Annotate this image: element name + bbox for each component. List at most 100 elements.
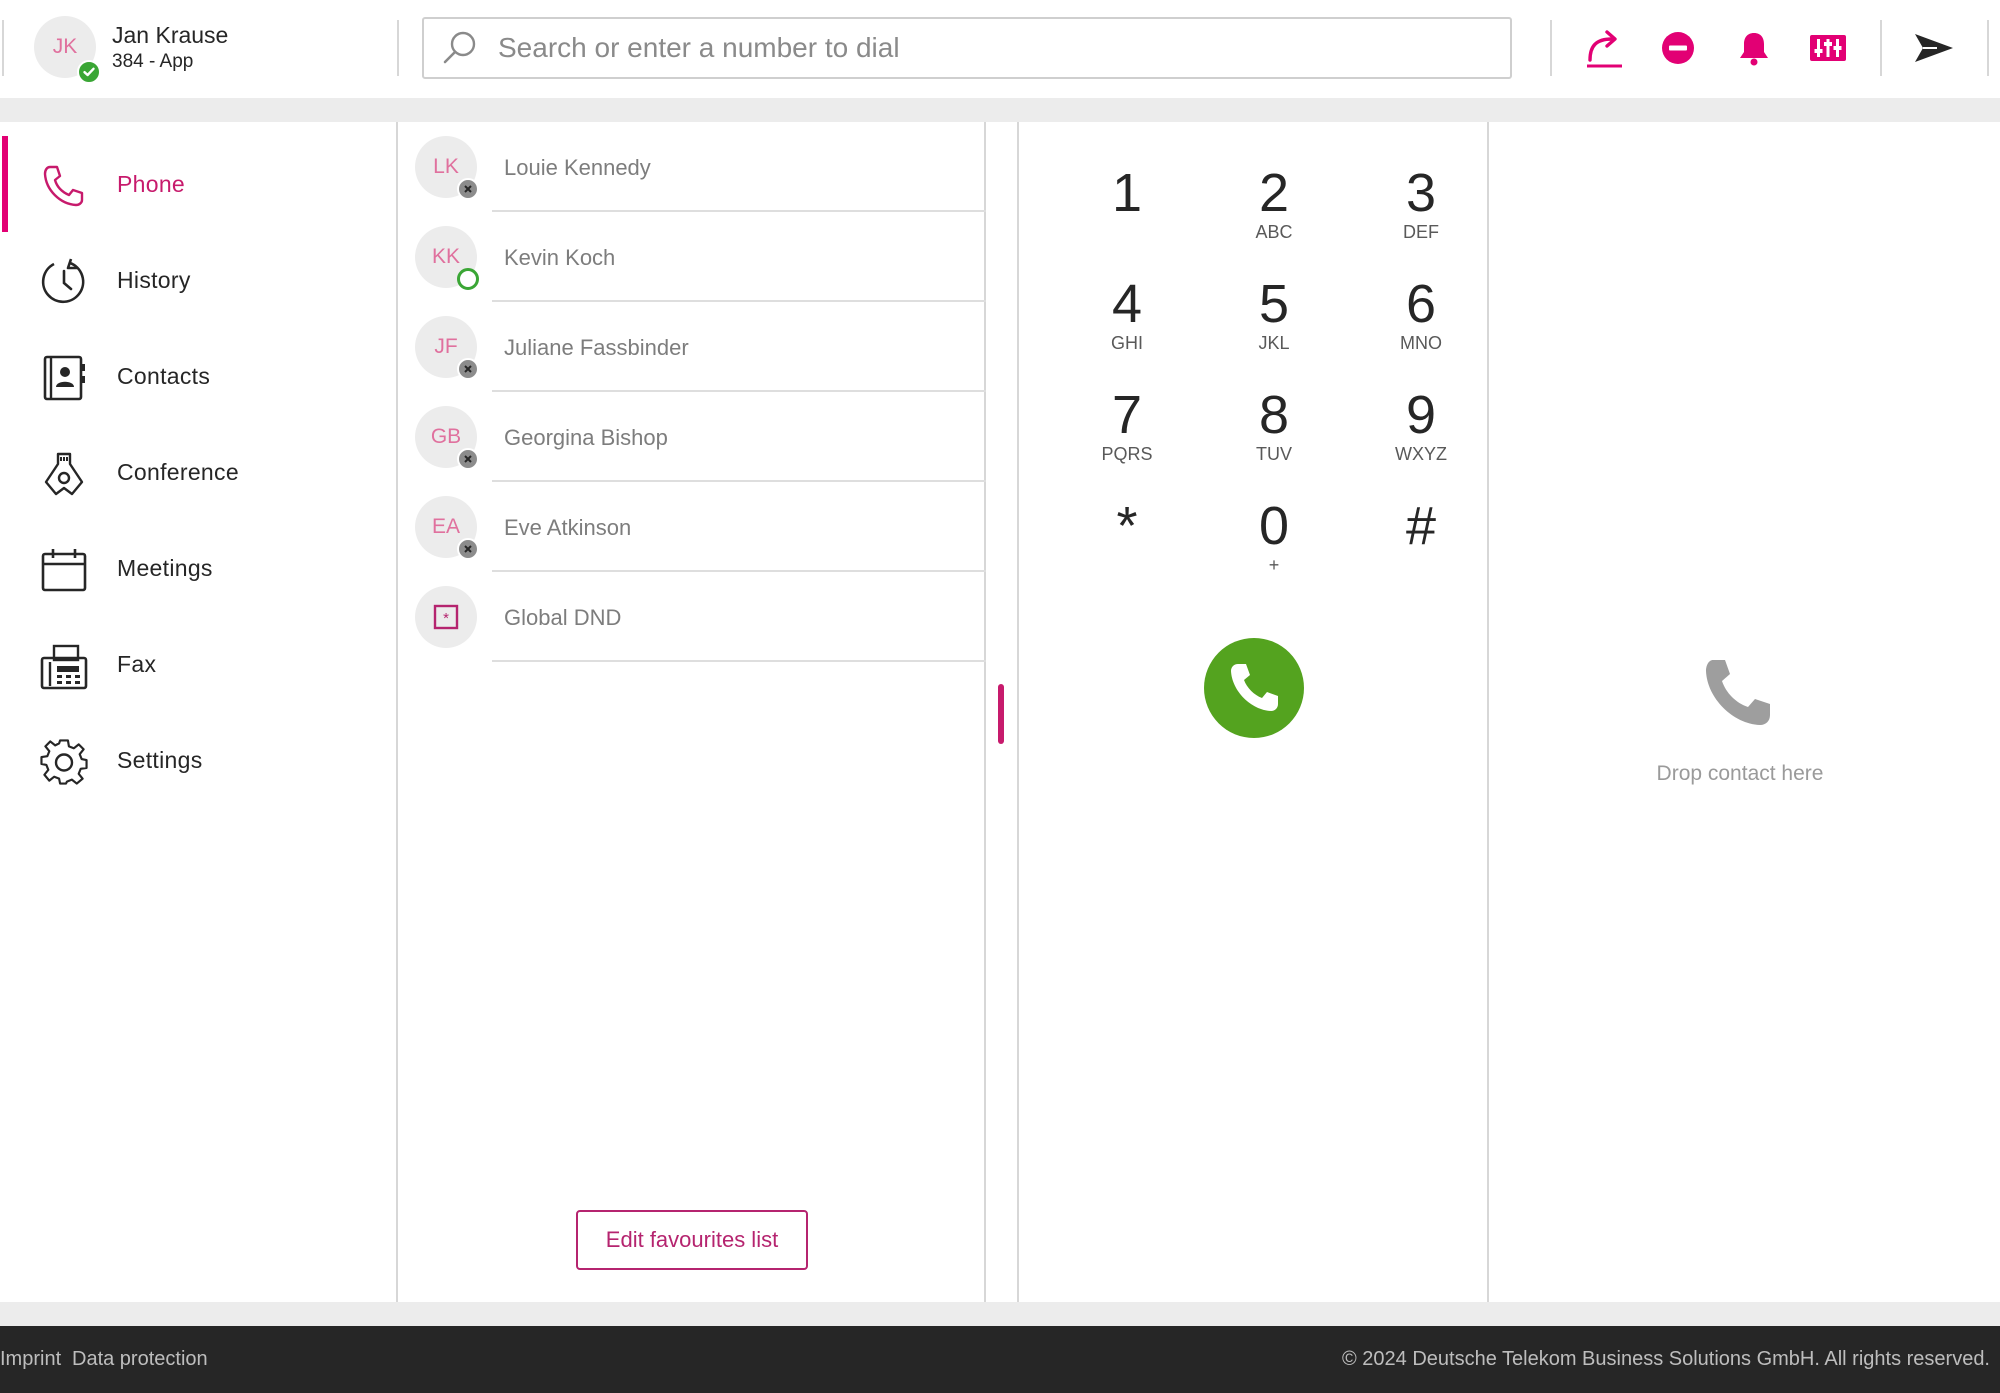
drop-zone[interactable]: Drop contact here [1491, 122, 1989, 1302]
key-digit: 4 [1111, 274, 1143, 334]
list-item[interactable]: LK Louie Kennedy [400, 122, 986, 212]
sidebar-item-conference[interactable]: Conference [0, 424, 396, 520]
edit-favourites-button[interactable]: Edit favourites list [576, 1210, 808, 1270]
sidebar-item-label: Phone [117, 170, 186, 197]
sidebar-item-history[interactable]: History [0, 232, 396, 328]
dial-key-1[interactable]: 1 [1067, 164, 1187, 264]
sidebar-item-label: Fax [117, 650, 157, 677]
key-digit: 0 [1258, 496, 1290, 556]
conference-icon [40, 450, 88, 498]
dnd-icon [1660, 30, 1696, 66]
header-divider [1987, 20, 1989, 76]
list-item[interactable]: JF Juliane Fassbinder [400, 302, 986, 392]
dial-key-6[interactable]: 6 MNO [1361, 275, 1481, 375]
gear-icon [40, 738, 88, 786]
status-available-icon [77, 60, 101, 84]
offline-status-icon [457, 178, 479, 200]
star-code-icon: * [433, 604, 459, 630]
history-icon [40, 258, 88, 306]
dial-key-4[interactable]: 4 GHI [1067, 275, 1187, 375]
audio-settings-button[interactable] [1804, 24, 1852, 72]
phone-handset-icon [1695, 652, 1779, 736]
favourites-list: LK Louie Kennedy KK Kevin Koch JF Julian… [400, 122, 986, 1302]
key-digit: 3 [1405, 163, 1437, 223]
header: JK Jan Krause 384 - App [0, 0, 2000, 98]
dial-key-7[interactable]: 7 PQRS [1067, 386, 1187, 486]
search-input[interactable] [498, 32, 1478, 64]
sidebar-item-settings[interactable]: Settings [0, 712, 396, 808]
sidebar: Phone History Contacts Conference Meetin… [0, 122, 398, 1302]
list-item[interactable]: GB Georgina Bishop [400, 392, 986, 482]
key-digit: 7 [1111, 385, 1143, 445]
dial-key-9[interactable]: 9 WXYZ [1361, 386, 1481, 486]
key-letters: GHI [1110, 333, 1143, 353]
key-letters: MNO [1400, 333, 1442, 353]
header-divider [1880, 20, 1882, 76]
header-divider [1550, 20, 1552, 76]
key-digit: * [1116, 496, 1138, 556]
sidebar-item-fax[interactable]: Fax [0, 616, 396, 712]
send-icon [1913, 30, 1955, 66]
list-item[interactable]: * Global DND [400, 572, 986, 662]
dial-key-3[interactable]: 3 DEF [1361, 164, 1481, 264]
contact-name: Louie Kennedy [504, 155, 651, 180]
list-item[interactable]: KK Kevin Koch [400, 212, 986, 302]
online-status-icon [457, 268, 479, 290]
do-not-disturb-button[interactable] [1654, 24, 1702, 72]
equalizer-icon [1809, 31, 1847, 65]
drop-zone-label: Drop contact here [1656, 762, 1824, 785]
key-digit: 6 [1405, 274, 1437, 334]
key-digit: 9 [1405, 385, 1437, 445]
active-indicator [2, 136, 8, 232]
dial-key-hash[interactable]: # [1361, 497, 1481, 597]
key-digit: 2 [1258, 163, 1290, 223]
offline-status-icon [457, 358, 479, 380]
offline-status-icon [457, 448, 479, 470]
notifications-button[interactable] [1730, 24, 1778, 72]
search-box [422, 17, 1512, 79]
imprint-link[interactable]: Imprint [0, 1348, 61, 1371]
data-protection-link[interactable]: Data protection [72, 1348, 208, 1371]
contact-name: Kevin Koch [504, 245, 616, 270]
calendar-icon [40, 546, 88, 594]
key-letters: WXYZ [1395, 444, 1447, 464]
key-digit: # [1405, 496, 1437, 556]
key-letters: DEF [1403, 222, 1439, 242]
phone-icon [40, 162, 88, 210]
send-button[interactable] [1910, 24, 1958, 72]
forward-arrow-icon [1582, 26, 1626, 70]
footer: Imprint Data protection © 2024 Deutsche … [0, 1326, 2000, 1393]
sidebar-item-contacts[interactable]: Contacts [0, 328, 396, 424]
dial-key-star[interactable]: * [1067, 497, 1187, 597]
key-letters: ABC [1255, 222, 1293, 242]
phone-handset-icon [1224, 658, 1284, 718]
offline-status-icon [457, 538, 479, 560]
dial-key-5[interactable]: 5 JKL [1214, 275, 1334, 375]
list-item[interactable]: EA Eve Atkinson [400, 482, 986, 572]
sidebar-item-label: Settings [117, 746, 203, 773]
key-letters: JKL [1258, 333, 1290, 353]
copyright-text: © 2024 Deutsche Telekom Business Solutio… [1341, 1348, 1990, 1370]
sidebar-item-label: Conference [117, 458, 239, 485]
key-letters: TUV [1256, 444, 1292, 464]
call-forwarding-button[interactable] [1580, 24, 1628, 72]
key-digit: 8 [1258, 385, 1290, 445]
sidebar-item-label: Meetings [117, 554, 213, 581]
feature-avatar: * [415, 586, 477, 648]
header-divider [397, 20, 399, 76]
panel-resize-handle[interactable] [998, 684, 1004, 744]
key-letters: + [1268, 555, 1280, 575]
contact-name: Eve Atkinson [504, 515, 632, 540]
dial-key-2[interactable]: 2 ABC [1214, 164, 1334, 264]
call-button[interactable] [1204, 638, 1304, 738]
user-extension: 384 - App [112, 51, 194, 72]
dialpad: 1 2 ABC 3 DEF 4 GHI 5 JKL 6 MNO 7 PQRS 8 TUV 9W… [1017, 122, 1489, 1302]
sidebar-item-meetings[interactable]: Meetings [0, 520, 396, 616]
sidebar-item-phone[interactable]: Phone [0, 136, 396, 232]
contacts-icon [40, 354, 88, 402]
dial-key-0[interactable]: 0 + [1214, 497, 1334, 597]
user-name: Jan Krause [112, 22, 229, 48]
header-divider [2, 20, 4, 76]
dial-key-8[interactable]: 8 TUV [1214, 386, 1334, 486]
search-icon [440, 28, 480, 68]
